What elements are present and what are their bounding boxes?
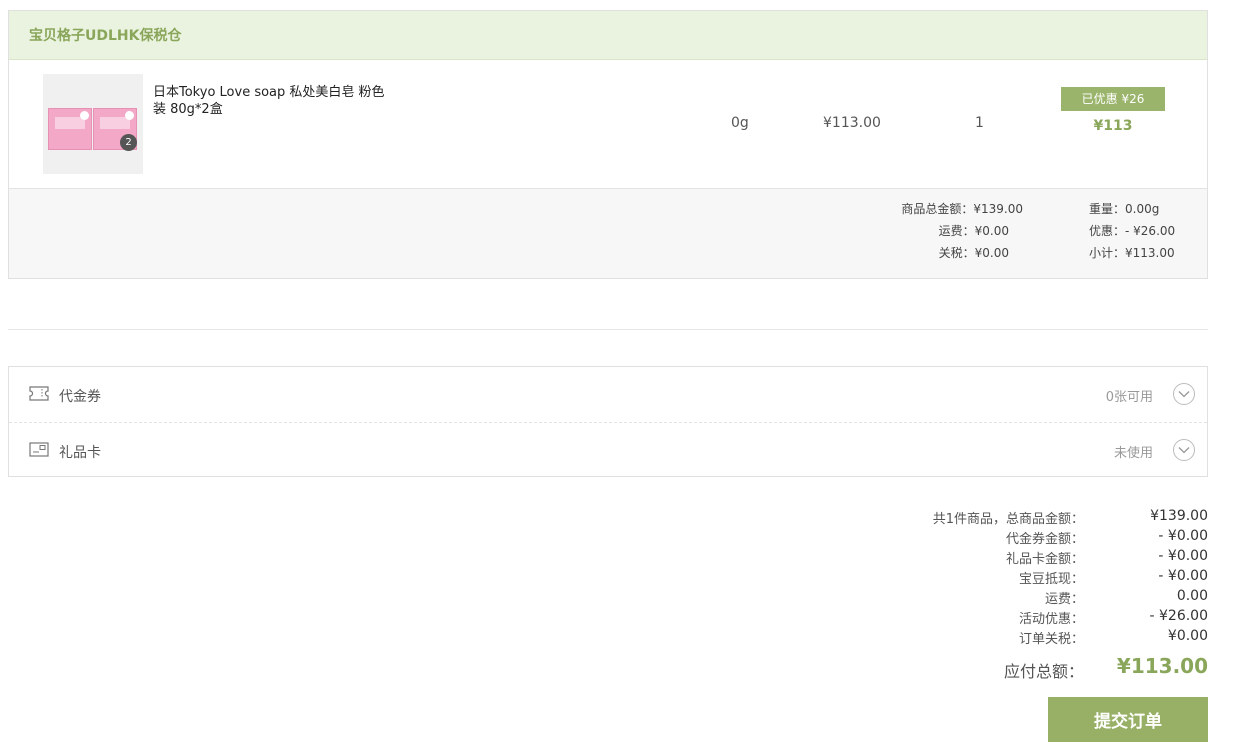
total-value: - ¥0.00 xyxy=(1158,528,1208,544)
total-row-gift-card: 礼品卡金额： - ¥0.00 xyxy=(820,548,1208,568)
goods-total-line: 商品总金额：¥139.00 xyxy=(901,200,1023,217)
goods-total-value: ¥139.00 xyxy=(973,202,1023,216)
goods-total-label: 商品总金额： xyxy=(901,202,974,216)
quantity-badge: 2 xyxy=(120,134,137,151)
ticket-icon xyxy=(29,386,49,401)
subtotal-label: 小计： xyxy=(1089,246,1126,260)
subtotal-value: ¥113.00 xyxy=(1125,246,1175,260)
total-row-voucher: 代金券金额： - ¥0.00 xyxy=(820,528,1208,548)
total-label: 代金券金额： xyxy=(1005,532,1084,547)
weight-value: 0.00g xyxy=(1125,202,1160,216)
item-total: ¥113 xyxy=(1093,118,1133,134)
chevron-down-icon[interactable] xyxy=(1173,439,1195,461)
store-name[interactable]: 宝贝格子UDLHK保税仓 xyxy=(29,25,181,45)
total-value: ¥139.00 xyxy=(1150,508,1208,524)
store-summary: 商品总金额：¥139.00 运费：¥0.00 关税：¥0.00 重量：0.00g… xyxy=(9,189,1207,278)
weight-line: 重量：0.00g xyxy=(1089,200,1159,217)
total-row-shipping: 运费： 0.00 xyxy=(820,588,1208,608)
tax-label: 关税： xyxy=(938,246,975,260)
total-label: 活动优惠： xyxy=(1018,612,1084,627)
shipping-value: ¥0.00 xyxy=(974,224,1009,238)
chevron-down-icon[interactable] xyxy=(1173,383,1195,405)
gift-card-icon xyxy=(29,442,49,457)
total-label: 宝豆抵现： xyxy=(1018,572,1084,587)
weight-label: 重量： xyxy=(1089,202,1126,216)
payment-options: 代金券 0张可用 礼品卡 未使用 xyxy=(8,366,1208,477)
submit-order-button[interactable]: 提交订单 xyxy=(1048,697,1208,742)
total-row-promotion: 活动优惠： - ¥26.00 xyxy=(820,608,1208,628)
total-label: 共1件商品，总商品金额： xyxy=(932,512,1084,527)
product-image[interactable]: 2 xyxy=(43,74,143,174)
total-label: 礼品卡金额： xyxy=(1005,552,1084,567)
tax-value: ¥0.00 xyxy=(974,246,1009,260)
total-value: - ¥26.00 xyxy=(1149,608,1209,624)
total-label: 运费： xyxy=(1044,592,1084,607)
discount-label: 优惠： xyxy=(1089,224,1126,238)
grand-total-label: 应付总额： xyxy=(1003,662,1084,681)
total-value: ¥0.00 xyxy=(1167,628,1208,644)
shipping-line: 运费：¥0.00 xyxy=(939,222,1009,239)
product-name[interactable]: 日本Tokyo Love soap 私处美白皂 粉色装 80g*2盒 xyxy=(153,84,393,118)
total-row-tax: 订单关税： ¥0.00 xyxy=(820,628,1208,648)
section-divider xyxy=(8,329,1208,330)
store-header: 宝贝格子UDLHK保税仓 xyxy=(9,11,1207,60)
item-quantity: 1 xyxy=(975,115,984,131)
total-value: 0.00 xyxy=(1176,588,1208,604)
gift-card-label: 礼品卡 xyxy=(59,445,101,461)
voucher-status: 0张可用 xyxy=(1105,390,1153,405)
total-row-beans: 宝豆抵现： - ¥0.00 xyxy=(820,568,1208,588)
discount-line: 优惠：- ¥26.00 xyxy=(1089,222,1175,239)
voucher-option-row[interactable]: 代金券 0张可用 xyxy=(9,367,1207,422)
gift-card-option-row[interactable]: 礼品卡 未使用 xyxy=(9,422,1207,477)
voucher-label: 代金券 xyxy=(59,389,101,405)
total-label: 订单关税： xyxy=(1018,632,1084,647)
product-pack-graphic xyxy=(48,108,92,150)
total-row-goods: 共1件商品，总商品金额： ¥139.00 xyxy=(820,508,1208,528)
total-value: - ¥0.00 xyxy=(1158,568,1208,584)
total-value: - ¥0.00 xyxy=(1158,548,1208,564)
subtotal-line: 小计：¥113.00 xyxy=(1089,244,1175,261)
gift-card-status: 未使用 xyxy=(1113,446,1153,461)
store-order-box: 宝贝格子UDLHK保税仓 2 日本Tokyo Love soap 私处美白皂 粉… xyxy=(8,10,1208,279)
shipping-label: 运费： xyxy=(938,224,975,238)
item-weight: 0g xyxy=(731,115,749,131)
item-price: ¥113.00 xyxy=(823,115,881,131)
grand-total-value: ¥113.00 xyxy=(1116,654,1208,678)
discount-value: - ¥26.00 xyxy=(1125,224,1176,238)
grand-total: 应付总额： ¥113.00 xyxy=(820,654,1208,682)
order-totals: 共1件商品，总商品金额： ¥139.00 代金券金额： - ¥0.00 礼品卡金… xyxy=(820,508,1208,648)
tax-line: 关税：¥0.00 xyxy=(939,244,1009,261)
order-item-row: 2 日本Tokyo Love soap 私处美白皂 粉色装 80g*2盒 0g … xyxy=(9,60,1207,189)
discount-tag: 已优惠 ¥26 xyxy=(1061,87,1165,111)
